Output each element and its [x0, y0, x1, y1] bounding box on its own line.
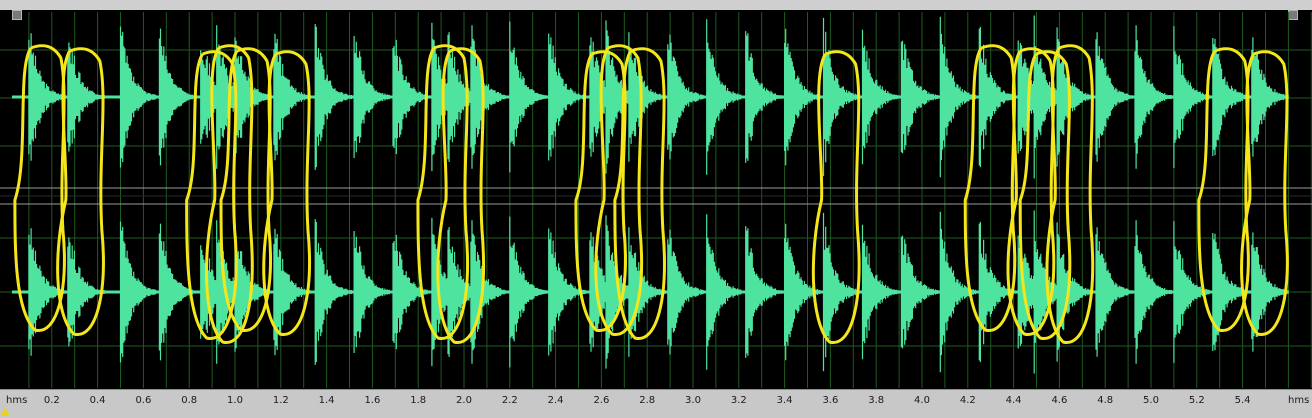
- waveform-transient: [706, 19, 744, 175]
- tick-label: 1.6: [364, 395, 381, 406]
- tick-label: 1.8: [410, 395, 427, 406]
- playhead-marker[interactable]: [0, 408, 10, 416]
- tick-label: 2.6: [593, 395, 610, 406]
- waveform-transient: [314, 219, 353, 365]
- waveform-transient: [470, 25, 508, 169]
- waveform-transient: [392, 234, 430, 350]
- tick-label: 2.4: [547, 395, 564, 406]
- waveform-transient: [548, 33, 586, 161]
- waveform-transient: [509, 216, 547, 368]
- waveform-transient: [900, 40, 939, 154]
- channel-separator: [0, 187, 1312, 205]
- waveform-transient: [745, 226, 783, 358]
- tick-label: 3.2: [730, 395, 747, 406]
- waveform-channel-top[interactable]: [12, 15, 1289, 179]
- time-ruler[interactable]: hms hms 0.2 0.4 0.6 0.8 1.0 1.2 1.4 1.6 1.8 2.0 2.…: [0, 389, 1312, 418]
- tick-label: 5.0: [1143, 395, 1159, 406]
- waveform-transient: [784, 28, 822, 166]
- waveform-transient: [119, 221, 158, 363]
- tick-label: 4.8: [1097, 395, 1114, 406]
- waveform-transient: [1095, 32, 1133, 162]
- tick-label: 1.4: [318, 395, 335, 406]
- tick-label: 0.4: [89, 395, 106, 406]
- waveform-transient: [470, 220, 508, 364]
- waveform-transient: [509, 21, 547, 173]
- waveform-transient: [822, 17, 861, 177]
- waveform-transient: [861, 224, 900, 360]
- tick-label: 5.2: [1188, 395, 1205, 406]
- waveform-transient: [1134, 25, 1172, 169]
- waveform-transient: [392, 39, 430, 155]
- tick-label: 3.6: [822, 395, 839, 406]
- waveform-transient: [28, 33, 66, 161]
- tick-label: 0.6: [135, 395, 152, 406]
- tick-label: 0.2: [43, 395, 60, 406]
- waveform-display[interactable]: [0, 0, 1312, 389]
- tick-label: 0.8: [181, 395, 198, 406]
- tick-label: 4.6: [1051, 395, 1068, 406]
- tick-label: 5.4: [1234, 395, 1251, 406]
- tick-label: 2.2: [501, 395, 518, 406]
- waveform-transient: [158, 28, 197, 166]
- tick-label: 4.0: [914, 395, 930, 406]
- tick-label: 2.8: [639, 395, 656, 406]
- tick-label: 4.2: [959, 395, 976, 406]
- time-unit-right: hms: [1288, 395, 1310, 406]
- waveform-transient: [1212, 38, 1250, 156]
- tick-label: 3.8: [868, 395, 885, 406]
- tick-label: 3.4: [776, 395, 793, 406]
- waveform-transient: [1095, 227, 1133, 357]
- waveform-transient: [1251, 37, 1289, 157]
- tick-label: 1.2: [272, 395, 289, 406]
- tick-label: 1.0: [227, 395, 243, 406]
- tick-label: 3.0: [685, 395, 701, 406]
- waveform-channel-bottom[interactable]: [12, 210, 1289, 374]
- audio-editor[interactable]: hms hms 0.2 0.4 0.6 0.8 1.0 1.2 1.4 1.6 1.8 2.0 2.…: [0, 0, 1312, 418]
- waveform-transient: [667, 34, 705, 160]
- waveform-transient: [314, 24, 353, 170]
- waveform-transient: [900, 235, 939, 349]
- waveform-transient: [667, 229, 705, 355]
- tick-label: 4.4: [1005, 395, 1022, 406]
- waveform-transient: [1134, 220, 1172, 364]
- waveform-transient: [745, 31, 783, 163]
- tick-label: 2.0: [456, 395, 472, 406]
- waveform-transient: [273, 228, 311, 356]
- waveform-transient: [822, 212, 861, 372]
- time-unit-left: hms: [6, 395, 28, 406]
